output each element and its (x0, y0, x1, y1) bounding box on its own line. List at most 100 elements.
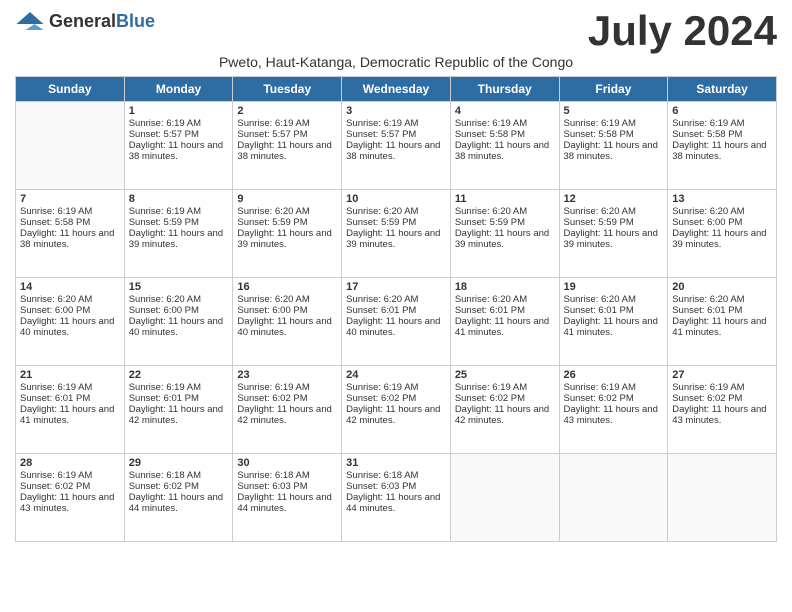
logo-general-text: General (49, 11, 116, 31)
daylight-text: Daylight: 11 hours and 38 minutes. (455, 140, 549, 162)
day-number: 8 (129, 193, 229, 205)
sunrise-text: Sunrise: 6:20 AM (20, 294, 92, 305)
day-number: 9 (237, 193, 337, 205)
day-number: 29 (129, 457, 229, 469)
daylight-text: Daylight: 11 hours and 38 minutes. (346, 140, 440, 162)
day-number: 14 (20, 281, 120, 293)
day-number: 4 (455, 105, 555, 117)
logo-icon (15, 10, 45, 32)
daylight-text: Daylight: 11 hours and 39 minutes. (672, 228, 766, 250)
daylight-text: Daylight: 11 hours and 38 minutes. (237, 140, 331, 162)
table-row: 1 Sunrise: 6:19 AM Sunset: 5:57 PM Dayli… (124, 102, 233, 190)
table-row: 28 Sunrise: 6:19 AM Sunset: 6:02 PM Dayl… (16, 454, 125, 542)
table-row: 16 Sunrise: 6:20 AM Sunset: 6:00 PM Dayl… (233, 278, 342, 366)
sunset-text: Sunset: 6:01 PM (672, 305, 742, 316)
sunset-text: Sunset: 5:59 PM (129, 217, 199, 228)
sunset-text: Sunset: 6:01 PM (564, 305, 634, 316)
sunrise-text: Sunrise: 6:19 AM (129, 382, 201, 393)
sunrise-text: Sunrise: 6:19 AM (129, 118, 201, 129)
calendar-week-row: 1 Sunrise: 6:19 AM Sunset: 5:57 PM Dayli… (16, 102, 777, 190)
sunrise-text: Sunrise: 6:19 AM (346, 118, 418, 129)
day-number: 16 (237, 281, 337, 293)
col-sunday: Sunday (16, 77, 125, 102)
sunset-text: Sunset: 6:01 PM (346, 305, 416, 316)
sunset-text: Sunset: 5:58 PM (455, 129, 525, 140)
day-number: 19 (564, 281, 664, 293)
sunrise-text: Sunrise: 6:20 AM (455, 294, 527, 305)
sunset-text: Sunset: 6:01 PM (455, 305, 525, 316)
sunrise-text: Sunrise: 6:18 AM (237, 470, 309, 481)
sunrise-text: Sunrise: 6:19 AM (455, 382, 527, 393)
sunrise-text: Sunrise: 6:19 AM (346, 382, 418, 393)
col-thursday: Thursday (450, 77, 559, 102)
col-friday: Friday (559, 77, 668, 102)
daylight-text: Daylight: 11 hours and 39 minutes. (237, 228, 331, 250)
sunset-text: Sunset: 5:59 PM (455, 217, 525, 228)
sunrise-text: Sunrise: 6:20 AM (346, 294, 418, 305)
sunrise-text: Sunrise: 6:18 AM (129, 470, 201, 481)
sunset-text: Sunset: 6:01 PM (20, 393, 90, 404)
sunset-text: Sunset: 5:59 PM (346, 217, 416, 228)
sunset-text: Sunset: 5:58 PM (672, 129, 742, 140)
table-row: 18 Sunrise: 6:20 AM Sunset: 6:01 PM Dayl… (450, 278, 559, 366)
day-number: 22 (129, 369, 229, 381)
daylight-text: Daylight: 11 hours and 40 minutes. (237, 316, 331, 338)
calendar-header-row: Sunday Monday Tuesday Wednesday Thursday… (16, 77, 777, 102)
sunrise-text: Sunrise: 6:19 AM (564, 118, 636, 129)
sunset-text: Sunset: 6:02 PM (346, 393, 416, 404)
daylight-text: Daylight: 11 hours and 44 minutes. (129, 492, 223, 514)
sunset-text: Sunset: 6:00 PM (129, 305, 199, 316)
day-number: 30 (237, 457, 337, 469)
table-row: 2 Sunrise: 6:19 AM Sunset: 5:57 PM Dayli… (233, 102, 342, 190)
sunset-text: Sunset: 5:57 PM (129, 129, 199, 140)
sunset-text: Sunset: 5:58 PM (564, 129, 634, 140)
sunset-text: Sunset: 6:00 PM (20, 305, 90, 316)
table-row: 20 Sunrise: 6:20 AM Sunset: 6:01 PM Dayl… (668, 278, 777, 366)
sunrise-text: Sunrise: 6:19 AM (455, 118, 527, 129)
month-title: July 2024 (588, 10, 777, 52)
table-row: 17 Sunrise: 6:20 AM Sunset: 6:01 PM Dayl… (342, 278, 451, 366)
day-number: 10 (346, 193, 446, 205)
sunrise-text: Sunrise: 6:19 AM (672, 382, 744, 393)
day-number: 5 (564, 105, 664, 117)
table-row: 23 Sunrise: 6:19 AM Sunset: 6:02 PM Dayl… (233, 366, 342, 454)
sunset-text: Sunset: 6:02 PM (20, 481, 90, 492)
day-number: 3 (346, 105, 446, 117)
logo: GeneralBlue (15, 10, 155, 32)
table-row: 7 Sunrise: 6:19 AM Sunset: 5:58 PM Dayli… (16, 190, 125, 278)
calendar-week-row: 14 Sunrise: 6:20 AM Sunset: 6:00 PM Dayl… (16, 278, 777, 366)
sunset-text: Sunset: 6:02 PM (672, 393, 742, 404)
sunrise-text: Sunrise: 6:19 AM (20, 470, 92, 481)
daylight-text: Daylight: 11 hours and 39 minutes. (129, 228, 223, 250)
sunset-text: Sunset: 6:02 PM (129, 481, 199, 492)
table-row: 29 Sunrise: 6:18 AM Sunset: 6:02 PM Dayl… (124, 454, 233, 542)
sunrise-text: Sunrise: 6:20 AM (672, 206, 744, 217)
daylight-text: Daylight: 11 hours and 42 minutes. (129, 404, 223, 426)
col-monday: Monday (124, 77, 233, 102)
daylight-text: Daylight: 11 hours and 39 minutes. (346, 228, 440, 250)
daylight-text: Daylight: 11 hours and 38 minutes. (672, 140, 766, 162)
table-row (450, 454, 559, 542)
calendar-subtitle: Pweto, Haut-Katanga, Democratic Republic… (15, 54, 777, 70)
table-row: 27 Sunrise: 6:19 AM Sunset: 6:02 PM Dayl… (668, 366, 777, 454)
table-row: 12 Sunrise: 6:20 AM Sunset: 5:59 PM Dayl… (559, 190, 668, 278)
sunrise-text: Sunrise: 6:19 AM (129, 206, 201, 217)
sunrise-text: Sunrise: 6:20 AM (346, 206, 418, 217)
table-row: 11 Sunrise: 6:20 AM Sunset: 5:59 PM Dayl… (450, 190, 559, 278)
daylight-text: Daylight: 11 hours and 38 minutes. (129, 140, 223, 162)
daylight-text: Daylight: 11 hours and 43 minutes. (20, 492, 114, 514)
calendar-table: Sunday Monday Tuesday Wednesday Thursday… (15, 76, 777, 542)
sunrise-text: Sunrise: 6:20 AM (237, 206, 309, 217)
sunrise-text: Sunrise: 6:19 AM (20, 382, 92, 393)
sunrise-text: Sunrise: 6:20 AM (129, 294, 201, 305)
sunset-text: Sunset: 6:02 PM (237, 393, 307, 404)
table-row: 24 Sunrise: 6:19 AM Sunset: 6:02 PM Dayl… (342, 366, 451, 454)
sunrise-text: Sunrise: 6:19 AM (564, 382, 636, 393)
daylight-text: Daylight: 11 hours and 40 minutes. (20, 316, 114, 338)
sunrise-text: Sunrise: 6:19 AM (237, 382, 309, 393)
daylight-text: Daylight: 11 hours and 39 minutes. (455, 228, 549, 250)
calendar-week-row: 7 Sunrise: 6:19 AM Sunset: 5:58 PM Dayli… (16, 190, 777, 278)
daylight-text: Daylight: 11 hours and 41 minutes. (455, 316, 549, 338)
table-row (559, 454, 668, 542)
table-row (668, 454, 777, 542)
